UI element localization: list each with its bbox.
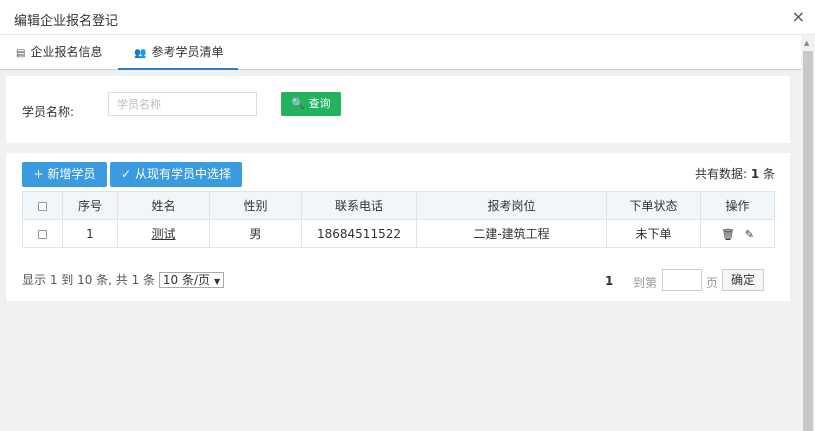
cell-index: 1 — [62, 219, 118, 248]
total-suffix: 条 — [759, 167, 775, 181]
scrollbar-thumb[interactable] — [803, 51, 813, 431]
select-existing-label: 从现有学员中选择 — [134, 167, 231, 181]
users-icon: 👥 — [134, 48, 147, 59]
pager-summary: 显示 1 到 10 条, 共 1 条 — [22, 273, 156, 287]
page-size-value: 10 条/页 — [162, 273, 211, 287]
add-student-button[interactable]: + 新增学员 — [22, 162, 107, 187]
table-row: 1 测试 男 18684511522 二建-建筑工程 未下单 🗑 ✎ — [22, 219, 775, 248]
confirm-page-button[interactable]: 确定 — [722, 269, 764, 291]
goto-page-input[interactable] — [662, 269, 702, 291]
student-table: 序号 姓名 性别 联系电话 报考岗位 下单状态 操作 1 测试 男 186845… — [22, 191, 775, 248]
column-header: 下单状态 — [606, 191, 701, 220]
close-icon[interactable]: × — [792, 7, 805, 26]
total-prefix: 共有数据: — [694, 167, 751, 181]
page-unit: 页 — [706, 276, 719, 290]
tab-bar: ▤ 企业报名信息 👥 参考学员清单 — [0, 35, 801, 70]
goto-label: 到第 — [633, 276, 658, 290]
pager-info: 显示 1 到 10 条, 共 1 条 10 条/页 ▼ — [22, 271, 225, 288]
column-header: 操作 — [700, 191, 775, 220]
checkbox[interactable] — [38, 229, 47, 239]
cell-actions: 🗑 ✎ — [700, 219, 775, 248]
search-label: 学员名称: — [22, 105, 75, 119]
vertical-scrollbar[interactable]: ▲ — [801, 35, 815, 431]
student-name-link[interactable]: 测试 — [151, 227, 175, 241]
dialog-titlebar: 编辑企业报名登记 × — [0, 0, 815, 35]
column-header: 联系电话 — [301, 191, 417, 220]
column-header: 报考岗位 — [416, 191, 607, 220]
list-icon: ▤ — [16, 48, 26, 59]
row-select-checkbox[interactable] — [22, 219, 63, 248]
page-size-select[interactable]: 10 条/页 ▼ — [158, 272, 225, 288]
check-icon: ✓ — [121, 167, 132, 181]
caret-down-icon: ▼ — [214, 277, 221, 286]
plus-icon: + — [33, 167, 44, 181]
student-list-panel: + 新增学员 ✓ 从现有学员中选择 共有数据: 1 条 序号 姓名 性别 联系电… — [6, 153, 790, 301]
tab-label: 企业报名信息 — [30, 45, 103, 59]
dialog-title: 编辑企业报名登记 — [14, 14, 119, 29]
page-number-1[interactable]: 1 — [605, 274, 613, 288]
query-button-label: 查询 — [308, 97, 331, 110]
cell-position: 二建-建筑工程 — [416, 219, 607, 248]
cell-phone: 18684511522 — [301, 219, 417, 248]
search-panel: 学员名称: 🔍 查询 — [6, 76, 790, 143]
select-existing-student-button[interactable]: ✓ 从现有学员中选择 — [110, 162, 242, 187]
tab-content: 学员名称: 🔍 查询 + 新增学员 ✓ 从现有学员中选择 共有数据: 1 条 — [0, 70, 801, 431]
select-all-checkbox[interactable] — [22, 191, 63, 220]
cell-gender: 男 — [209, 219, 302, 248]
table-header-row: 序号 姓名 性别 联系电话 报考岗位 下单状态 操作 — [22, 191, 775, 220]
delete-icon[interactable]: 🗑 — [721, 228, 735, 241]
student-name-input[interactable] — [108, 92, 257, 116]
search-icon: 🔍 — [291, 97, 306, 110]
tab-enterprise-info[interactable]: ▤ 企业报名信息 — [16, 35, 102, 70]
add-student-label: 新增学员 — [47, 167, 96, 181]
column-header: 序号 — [62, 191, 118, 220]
tab-student-list[interactable]: 👥 参考学员清单 — [118, 35, 238, 70]
cell-order-status: 未下单 — [606, 219, 701, 248]
scroll-up-icon[interactable]: ▲ — [804, 39, 809, 47]
total-count: 共有数据: 1 条 — [695, 165, 775, 182]
edit-icon[interactable]: ✎ — [745, 228, 754, 241]
tab-label: 参考学员清单 — [151, 45, 224, 59]
total-number: 1 — [750, 167, 760, 181]
query-button[interactable]: 🔍 查询 — [281, 92, 341, 116]
column-header: 姓名 — [117, 191, 210, 220]
column-header: 性别 — [209, 191, 302, 220]
cell-name: 测试 — [117, 219, 210, 248]
checkbox[interactable] — [38, 201, 47, 211]
